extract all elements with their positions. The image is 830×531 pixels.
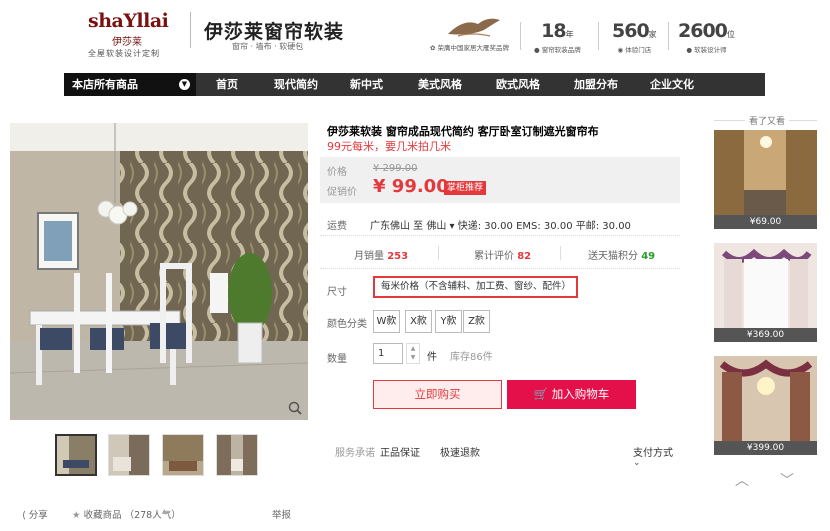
stat-separator [560, 246, 561, 260]
nav-item-culture[interactable]: 企业文化 [650, 73, 694, 96]
chevron-down-icon: ▼ [179, 79, 190, 90]
quantity-stepper[interactable]: ▲ ▼ [406, 343, 420, 364]
share-link[interactable]: ⟨ 分享 [22, 507, 48, 521]
sales-stats: 月销量 253 累计评价 82 送天猫积分 49 [320, 235, 680, 269]
thumbnail[interactable] [108, 434, 150, 476]
stat-years: 18年 ● 窗帘软装品牌 [534, 20, 581, 54]
service-promise-label: 服务承诺 [335, 448, 375, 459]
award-bird-icon [448, 18, 500, 37]
quantity-label: 数量 [327, 354, 347, 365]
related-item-price: ¥69.00 [714, 215, 817, 229]
related-item-price: ¥369.00 [714, 328, 817, 342]
scroll-up-button[interactable]: ︿ [735, 470, 749, 490]
promise-genuine[interactable]: 正品保证 [380, 444, 420, 459]
scroll-down-button[interactable]: ﹀ [780, 470, 794, 490]
size-option-selected[interactable]: 每米价格（不含辅料、加工费、窗纱、配件） [373, 276, 578, 298]
all-products-label: 本店所有商品 [72, 78, 138, 91]
promo-price-label: 促销价 [327, 187, 357, 198]
stat-stores: 560家 ◉ 体验门店 [612, 20, 657, 54]
shipping-label: 运费 [327, 221, 347, 232]
related-item-image[interactable] [714, 243, 817, 331]
thumbnail[interactable] [162, 434, 204, 476]
monthly-sales: 月销量 253 [354, 251, 409, 262]
current-price: ¥ 99.00 [373, 176, 449, 197]
nav-item-modern[interactable]: 现代简约 [274, 73, 318, 96]
product-title: 伊莎莱软装 窗帘成品现代简约 客厅卧室订制遮光窗帘布 [327, 125, 599, 138]
nav-item-european[interactable]: 欧式风格 [496, 73, 540, 96]
stat-separator [438, 246, 439, 260]
logo-tagline: 全屋软装设计定制 [88, 49, 160, 58]
color-label: 颜色分类 [327, 319, 367, 330]
thumbnail[interactable] [216, 434, 258, 476]
star-icon: ★ [72, 510, 81, 521]
color-option-y[interactable]: Y款 [435, 310, 462, 333]
price-label: 价格 [327, 167, 347, 178]
thumbnail[interactable] [55, 434, 97, 476]
award-text: ✿ 荣膺中国家居大雁奖品牌 [430, 44, 510, 52]
logo-wordmark: shaYllai [88, 10, 169, 32]
main-nav: 本店所有商品 ▼ 首页 现代简约 新中式 美式风格 欧式风格 加盟分布 企业文化 [64, 73, 765, 96]
zoom-icon[interactable] [288, 401, 302, 415]
product-subtitle: 99元每米，要几米拍几米 [327, 140, 451, 153]
shipping-info[interactable]: 广东佛山 至 佛山 ▾ 快递: 30.00 EMS: 30.00 平邮: 30.… [370, 217, 631, 232]
stat-separator [520, 22, 521, 50]
nav-item-franchise[interactable]: 加盟分布 [574, 73, 618, 96]
related-item-image[interactable] [714, 356, 817, 444]
quantity-input[interactable]: 1 [373, 343, 403, 364]
share-icon: ⟨ [22, 510, 26, 521]
nav-item-american[interactable]: 美式风格 [418, 73, 462, 96]
brand-logo[interactable]: shaYllai 伊莎莱 全屋软装设计定制 [88, 10, 184, 60]
all-products-menu[interactable]: 本店所有商品 ▼ [64, 73, 196, 96]
cart-icon: 🛒 [533, 387, 549, 401]
stat-designers: 2600位 ● 软装设计师 [678, 20, 735, 54]
color-option-x[interactable]: X款 [405, 310, 432, 333]
size-label: 尺寸 [327, 287, 347, 298]
buy-now-button[interactable]: 立即购买 [373, 380, 502, 409]
quantity-unit: 件 [427, 352, 437, 363]
color-option-w[interactable]: W款 [373, 310, 400, 333]
add-to-cart-button[interactable]: 🛒 加入购物车 [507, 380, 636, 409]
brand-subtitle: 窗帘 · 墙布 · 软硬包 [232, 42, 304, 51]
nav-item-home[interactable]: 首页 [216, 73, 238, 96]
total-reviews[interactable]: 累计评价 82 [474, 247, 531, 262]
color-option-z[interactable]: Z款 [463, 310, 490, 333]
promise-refund[interactable]: 极速退款 [440, 444, 480, 459]
related-item-image[interactable] [714, 130, 817, 218]
stat-separator [668, 22, 669, 50]
sidebar-title: 看了又看 [745, 114, 790, 127]
brand-title: 伊莎莱窗帘软装 [204, 21, 345, 43]
payment-methods[interactable]: 支付方式 [633, 444, 673, 459]
original-price: ¥ 299.00 [373, 163, 418, 174]
logo-cn: 伊莎莱 [112, 37, 142, 48]
stat-separator [598, 22, 599, 50]
favorite-link[interactable]: ★ 收藏商品 （278人气） [72, 507, 181, 521]
promo-badge: 掌柜推荐 [444, 181, 487, 195]
reward-points: 送天猫积分 49 [588, 251, 656, 262]
related-item-price: ¥399.00 [714, 441, 817, 455]
report-link[interactable]: 举报 [272, 507, 291, 521]
header-divider [190, 12, 191, 48]
product-main-image[interactable] [10, 123, 308, 420]
chevron-down-icon[interactable]: ⌄ [633, 458, 641, 468]
nav-item-chinese[interactable]: 新中式 [350, 73, 383, 96]
stock-count: 库存86件 [450, 352, 493, 363]
